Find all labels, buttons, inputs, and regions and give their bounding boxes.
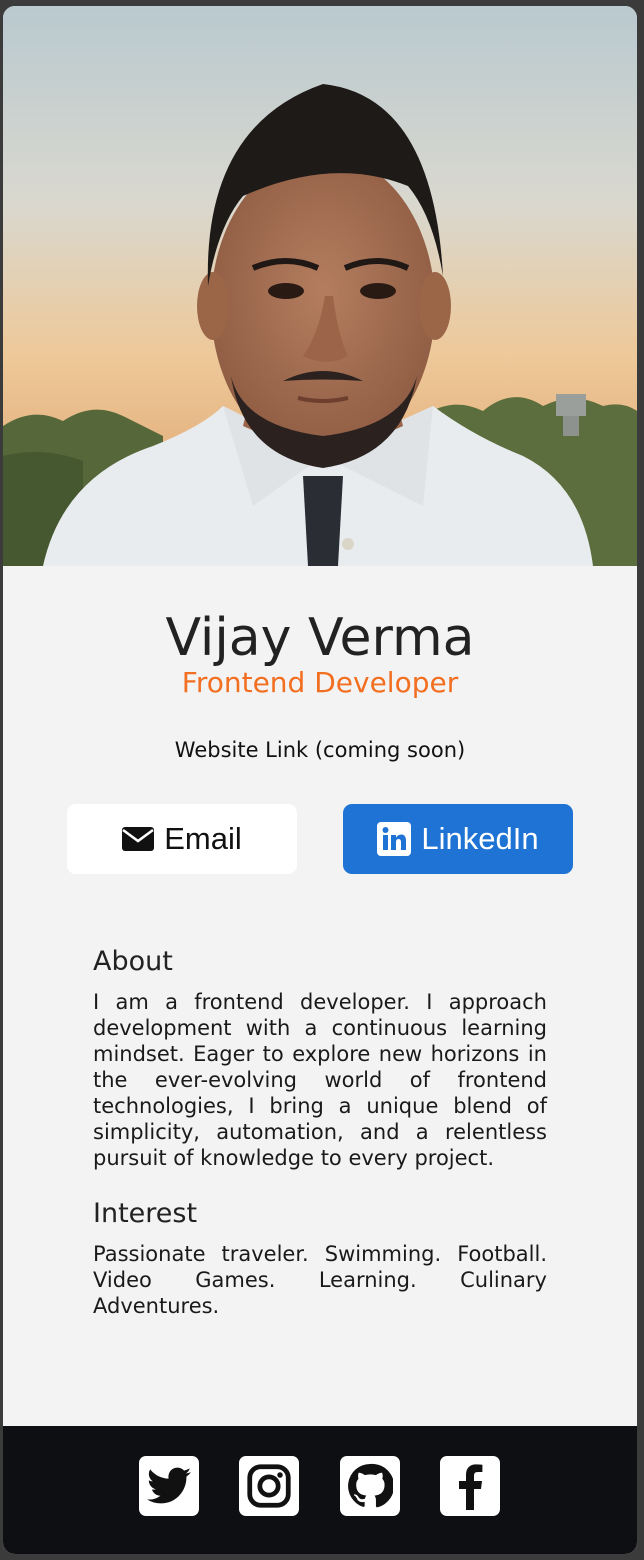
website-link[interactable]: Website Link (coming soon) — [3, 738, 637, 762]
interest-text: Passionate traveler. Swimming. Football.… — [93, 1242, 547, 1318]
instagram-icon — [247, 1464, 291, 1508]
linkedin-button-label: LinkedIn — [421, 821, 539, 856]
about-heading: About — [93, 946, 173, 977]
email-button[interactable]: Email — [67, 804, 297, 874]
github-icon — [348, 1463, 393, 1508]
social-footer — [3, 1426, 637, 1554]
profile-photo — [3, 6, 637, 566]
email-button-label: Email — [164, 821, 242, 856]
facebook-link[interactable] — [440, 1456, 500, 1516]
linkedin-icon — [377, 822, 412, 856]
twitter-link[interactable] — [139, 1456, 199, 1516]
interest-heading: Interest — [93, 1198, 198, 1229]
facebook-icon — [459, 1464, 483, 1510]
profile-card: Vijay Verma Frontend Developer Website L… — [3, 6, 637, 1554]
instagram-link[interactable] — [239, 1456, 299, 1516]
github-link[interactable] — [340, 1456, 400, 1516]
profile-name: Vijay Verma — [165, 608, 475, 668]
interest-section: Interest Passionate traveler. Swimming. … — [93, 1198, 547, 1319]
about-text: I am a frontend developer. I approach de… — [93, 990, 547, 1170]
linkedin-button[interactable]: LinkedIn — [343, 804, 573, 874]
profile-title: Frontend Developer — [181, 666, 459, 699]
about-section: About I am a frontend developer. I appro… — [93, 946, 547, 1171]
envelope-icon — [122, 827, 155, 851]
twitter-icon — [147, 1467, 191, 1504]
